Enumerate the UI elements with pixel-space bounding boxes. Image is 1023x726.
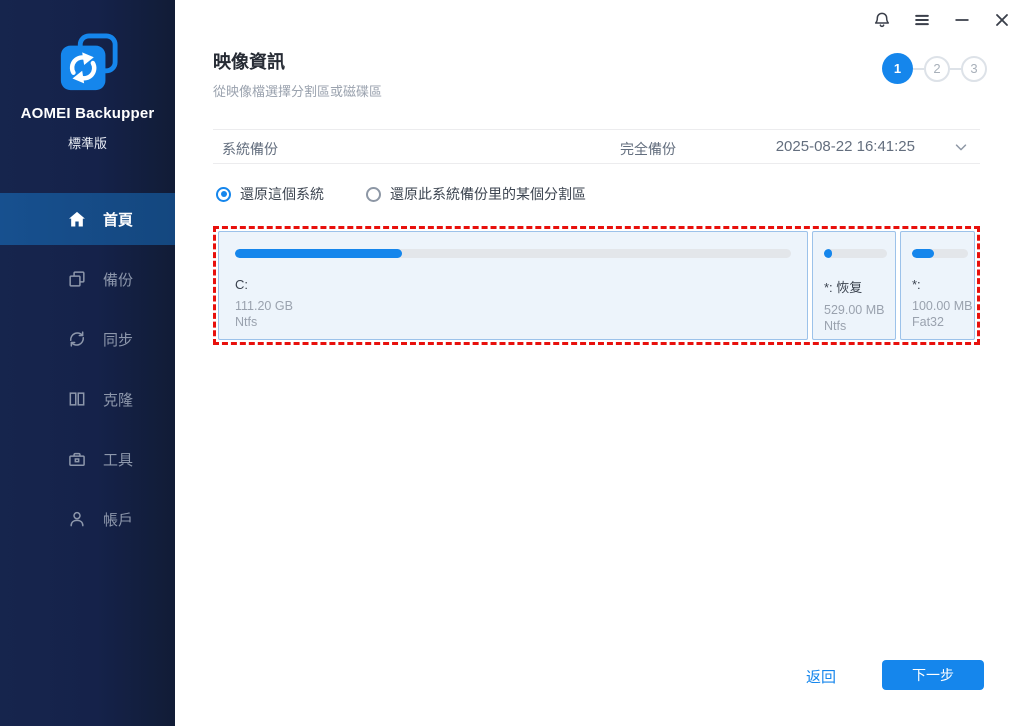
step-indicator: 1 2 3 <box>882 53 987 84</box>
sidebar: AOMEI Backupper 標準版 首頁 備份 同步 克隆 工具 帳戶 <box>0 0 175 726</box>
partition-label: C: <box>235 277 248 292</box>
step-connector <box>950 67 961 70</box>
radio-unselected-icon[interactable] <box>366 186 381 202</box>
partition-usage-track <box>912 249 968 258</box>
backup-type: 完全備份 <box>620 141 676 157</box>
notifications-bell-icon[interactable] <box>868 6 896 34</box>
partition-filesystem: Fat32 <box>912 315 944 329</box>
partition-label: *: 恢复 <box>824 280 863 295</box>
sidebar-item-label: 工具 <box>103 451 134 469</box>
partition-usage-track <box>824 249 887 258</box>
radio-selected-icon[interactable] <box>216 186 231 202</box>
backup-icon <box>66 268 88 290</box>
aomei-logo-icon <box>0 33 175 95</box>
menu-icon[interactable] <box>908 6 936 34</box>
sidebar-item-label: 首頁 <box>103 211 134 229</box>
app-edition: 標準版 <box>67 136 107 151</box>
radio-restore-system[interactable]: 還原這個系統 <box>216 184 324 204</box>
partition-label: *: <box>912 277 921 292</box>
partition-size: 529.00 MB <box>824 303 885 317</box>
clone-icon <box>66 388 88 410</box>
account-icon <box>66 508 88 530</box>
step-3: 3 <box>961 55 987 82</box>
partition-filesystem: Ntfs <box>235 315 258 329</box>
sidebar-item-label: 同步 <box>103 331 134 349</box>
next-button[interactable]: 下一步 <box>882 660 984 690</box>
sidebar-item-home[interactable]: 首頁 <box>0 193 175 245</box>
partition-size: 100.00 MB <box>912 299 973 313</box>
radio-label: 還原這個系統 <box>240 186 324 202</box>
partition-usage-fill <box>912 249 935 258</box>
restore-options: 還原這個系統 還原此系統備份里的某個分割區 <box>216 184 628 204</box>
sidebar-item-sync[interactable]: 同步 <box>0 313 175 365</box>
brand-block: AOMEI Backupper 標準版 <box>0 33 175 152</box>
sync-icon <box>66 328 88 350</box>
partition-usage-fill <box>235 249 402 258</box>
backup-timestamp: 2025-08-22 16:41:25 <box>775 138 915 155</box>
step-2: 2 <box>924 55 950 82</box>
partition-c[interactable]: C: 111.20 GB Ntfs <box>218 231 808 340</box>
partition-size: 111.20 GB <box>235 299 293 313</box>
backup-name: 系統備份 <box>222 141 278 157</box>
sidebar-item-backup[interactable]: 備份 <box>0 253 175 305</box>
partition-efi[interactable]: *: 100.00 MB Fat32 <box>900 231 975 340</box>
page-title: 映像資訊 <box>213 52 285 72</box>
tools-icon <box>66 448 88 470</box>
close-icon[interactable] <box>988 6 1016 34</box>
page-subtitle: 從映像檔選擇分割區或磁碟區 <box>213 84 383 99</box>
sidebar-item-label: 帳戶 <box>103 511 134 529</box>
sidebar-nav: 首頁 備份 同步 克隆 工具 帳戶 <box>0 193 175 553</box>
partition-usage-track <box>235 249 791 258</box>
partition-filesystem: Ntfs <box>824 319 847 333</box>
home-icon <box>66 208 88 230</box>
app-window: AOMEI Backupper 標準版 首頁 備份 同步 克隆 工具 帳戶 映像… <box>0 0 1023 726</box>
sidebar-item-clone[interactable]: 克隆 <box>0 373 175 425</box>
back-link[interactable]: 返回 <box>806 666 836 687</box>
minimize-icon[interactable] <box>948 6 976 34</box>
step-1: 1 <box>882 53 913 84</box>
disk-map: C: 111.20 GB Ntfs *: 恢复 529.00 MB Ntfs *… <box>213 226 980 345</box>
radio-label: 還原此系統備份里的某個分割區 <box>390 186 586 202</box>
radio-restore-partition[interactable]: 還原此系統備份里的某個分割區 <box>366 184 586 204</box>
sidebar-item-tools[interactable]: 工具 <box>0 433 175 485</box>
app-name: AOMEI Backupper <box>20 105 155 122</box>
sidebar-item-account[interactable]: 帳戶 <box>0 493 175 545</box>
sidebar-item-label: 克隆 <box>103 391 134 409</box>
step-connector <box>913 67 924 70</box>
partition-recovery[interactable]: *: 恢复 529.00 MB Ntfs <box>812 231 896 340</box>
backup-select-row[interactable]: 系統備份 完全備份 2025-08-22 16:41:25 <box>213 129 980 164</box>
chevron-down-icon[interactable] <box>952 138 970 156</box>
sidebar-item-label: 備份 <box>103 271 134 289</box>
partition-usage-fill <box>824 249 833 258</box>
